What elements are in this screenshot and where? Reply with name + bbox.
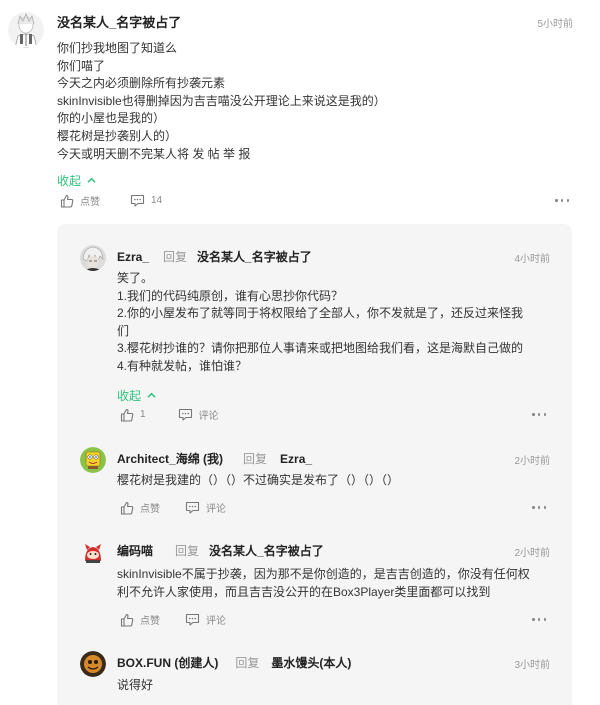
like-button[interactable]: 1	[120, 408, 146, 422]
comment-icon	[178, 408, 192, 421]
like-label: 点赞	[80, 197, 100, 208]
reply-verb: 回复	[163, 250, 188, 264]
collapse-label: 收起	[57, 174, 82, 188]
comment-line: 今天之内必须删除所有抄袭元素	[57, 76, 226, 91]
reply-target[interactable]: 没名某人_名字被占了	[209, 542, 324, 559]
reply-avatar[interactable]	[80, 539, 106, 565]
reply-time: 3小时前	[514, 660, 550, 671]
comment-icon	[185, 501, 200, 514]
reply-body: 说得好	[117, 677, 547, 695]
thumbs-up-icon	[60, 194, 74, 208]
thumbs-up-icon	[120, 613, 134, 627]
reply-line: 2.你的小屋发布了就等同于将权限给了全部人，你不发就是了，还反过来怪我	[117, 306, 524, 320]
more-icon[interactable]	[555, 199, 569, 203]
like-label: 点赞	[140, 504, 160, 515]
reply-author[interactable]: Ezra_	[117, 250, 149, 264]
reply-target[interactable]: Ezra_	[280, 452, 312, 466]
reply-line: 笑了。	[117, 271, 154, 285]
reply-line: 利不允许人家使用，而且吉吉没公开的在Box3Player类里面都可以找到	[117, 584, 491, 599]
comment-label: 评论	[206, 616, 226, 627]
reply-line: 说得好	[117, 678, 154, 692]
reply-header: 编码喵 回复 没名某人_名字被占了	[117, 542, 324, 559]
reply-body: 笑了。 1.我们的代码纯原创，谁有心思抄你代码？ 2.你的小屋发布了就等同于将权…	[117, 270, 547, 375]
comment-body: 你们抄我地图了知道么 你们喵了 今天之内必须删除所有抄袭元素 skinInvis…	[57, 40, 386, 163]
reply-line: 4.有种就发帖，谁怕谁？	[117, 358, 248, 373]
reply-line: 们	[117, 323, 130, 338]
reply-verb: 回复	[243, 452, 268, 466]
comment-line: 樱花树是抄袭别人的）	[57, 128, 178, 143]
comment-line: 你的小屋也是我的）	[57, 111, 166, 126]
reply-actions: 点赞 评论	[120, 500, 226, 515]
comment-line: 你们喵了	[57, 58, 106, 73]
reply-author[interactable]: Architect_海绵 (我)	[117, 450, 223, 467]
more-icon[interactable]	[532, 506, 546, 510]
comment-count: 14	[151, 195, 163, 206]
reply-time: 2小时前	[514, 548, 550, 559]
like-label: 点赞	[140, 616, 160, 627]
reply-target[interactable]: 没名某人_名字被占了	[197, 248, 312, 265]
like-label: 1	[140, 409, 146, 420]
comment-button[interactable]: 评论	[185, 612, 226, 627]
comment-icon	[185, 613, 200, 626]
comment-button[interactable]: 评论	[185, 500, 226, 515]
author-name[interactable]: 没名某人_名字被占了	[57, 12, 181, 31]
reply-target[interactable]: 墨水馒头(本人)	[271, 654, 351, 671]
like-button[interactable]: 点赞	[120, 612, 160, 627]
timestamp: 5小时前	[537, 19, 573, 30]
chevron-up-icon	[87, 177, 96, 183]
collapse-label: 收起	[117, 389, 142, 403]
reply-author[interactable]: 编码喵	[117, 542, 153, 559]
reply-verb: 回复	[235, 656, 260, 670]
reply-avatar[interactable]	[80, 447, 106, 473]
author-avatar[interactable]	[8, 12, 44, 48]
like-button[interactable]: 点赞	[120, 500, 160, 515]
comment-line: 你们抄我地图了知道么	[57, 41, 178, 55]
reply-line: 樱花树是我建的（）（）不过确实是发布了（）（）（）	[117, 473, 400, 487]
reply-line: 1.我们的代码纯原创，谁有心思抄你代码？	[117, 288, 344, 303]
comment-label: 评论	[206, 504, 226, 515]
reply-avatar[interactable]	[80, 245, 106, 271]
thumbs-up-icon	[120, 501, 134, 515]
comment-line: 今天或明天删不完某人将 发 帖 举 报	[57, 146, 251, 161]
chevron-up-icon	[147, 392, 156, 398]
reply-author[interactable]: BOX.FUN (创建人)	[117, 654, 218, 671]
reply-line: skinInvisible不属于抄袭，因为那不是你创造的，是吉吉创造的，你没有任…	[117, 567, 530, 581]
more-icon[interactable]	[532, 618, 546, 622]
comment-actions: 点赞 14	[60, 193, 162, 208]
reply-actions: 点赞 评论	[120, 612, 226, 627]
reply-actions: 1 评论	[120, 407, 219, 422]
reply-avatar[interactable]	[80, 651, 106, 677]
thumbs-up-icon	[120, 408, 134, 422]
comment-button[interactable]: 14	[130, 194, 162, 207]
reply-line: 3.樱花树抄谁的？请你把那位人事请来或把地图给我们看，这是海默自己做的	[117, 341, 524, 355]
comment-line: skinInvisible也得删掉因为吉吉喵没公开理论上来说这是我的）	[57, 93, 386, 108]
reply-time: 2小时前	[514, 456, 550, 467]
like-button[interactable]: 点赞	[60, 193, 100, 208]
reply-header: Ezra_ 回复 没名某人_名字被占了	[117, 248, 312, 265]
comment-label: 评论	[198, 411, 219, 422]
collapse-button[interactable]: 收起	[57, 172, 96, 189]
reply-header: Architect_海绵 (我) 回复 Ezra_	[117, 450, 312, 467]
comment-button[interactable]: 评论	[178, 407, 219, 422]
reply-verb: 回复	[175, 544, 200, 558]
comment-icon	[130, 194, 145, 207]
collapse-button[interactable]: 收起	[117, 387, 156, 404]
replies-panel: Ezra_ 回复 没名某人_名字被占了 4小时前 笑了。 1.我们的代码纯原创，…	[57, 224, 572, 705]
reply-time: 4小时前	[514, 254, 550, 265]
reply-body: skinInvisible不属于抄袭，因为那不是你创造的，是吉吉创造的，你没有任…	[117, 566, 547, 601]
more-icon[interactable]	[532, 413, 546, 417]
reply-header: BOX.FUN (创建人) 回复 墨水馒头(本人)	[117, 654, 351, 671]
reply-body: 樱花树是我建的（）（）不过确实是发布了（）（）（）	[117, 472, 547, 490]
